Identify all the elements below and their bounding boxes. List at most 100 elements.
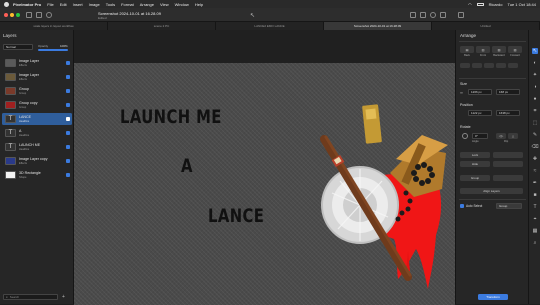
retouch-tool-icon[interactable]: ✚ [532,156,538,162]
type-tool-icon[interactable]: T [532,204,538,210]
position-y-field[interactable]: 1638 px [496,110,520,116]
tab-untitled[interactable]: Untitled [432,22,540,30]
hide-button[interactable]: Hide [460,161,490,167]
tab-scene2[interactable]: scene 2 PC [108,22,216,30]
layer-row[interactable]: 3D Rectangle Shape [2,169,72,181]
layer-visibility-checkbox[interactable] [66,61,70,65]
lock-all-button[interactable] [493,152,523,158]
menu-help[interactable]: Help [195,2,203,7]
opacity-value[interactable]: 100% [60,44,68,48]
wifi-icon[interactable]: ◠ [468,2,472,7]
arrange-tool-icon[interactable]: ↖ [532,48,538,54]
zoom-icon[interactable] [46,12,52,18]
layer-visibility-checkbox[interactable] [66,75,70,79]
align-top-button[interactable] [496,63,506,68]
distort-tool-icon[interactable]: ≈ [532,168,538,174]
image-canvas[interactable]: LAUNCH ME A LANCE [74,63,455,305]
rotation-dial[interactable] [462,133,468,139]
adjust-color-icon[interactable] [430,12,436,18]
menu-format[interactable]: Format [121,2,134,7]
auto-select-checkbox[interactable] [460,204,464,208]
minimize-window-button[interactable] [10,13,14,17]
tab-screenshot[interactable]: Screenshot 2024-10-01 at 16.28.09 [324,22,432,30]
align-bottom-button[interactable] [508,63,518,68]
hide-others-button[interactable] [493,161,523,167]
shape-tool-icon[interactable]: ■ [532,192,538,198]
select-tool-icon[interactable]: ⬚ [532,120,538,126]
layer-visibility-checkbox[interactable] [66,145,70,149]
layer-row[interactable]: Group copy Group [2,99,72,111]
layer-visibility-checkbox[interactable] [66,131,70,135]
layer-row[interactable]: Image Layer copy Effects [2,155,72,167]
layer-visibility-checkbox[interactable] [66,159,70,163]
crop-tool-icon[interactable]: ⌗ [532,108,538,114]
color-tool-icon[interactable]: ● [532,96,538,102]
group-button[interactable]: Group [460,175,490,181]
bring-to-front-button[interactable]: ▥ [476,46,490,53]
paint-tool-icon[interactable]: ✎ [532,132,538,138]
width-field[interactable]: 1266 px [468,89,492,95]
eyedropper-tool-icon[interactable]: ⌖ [532,216,538,222]
auto-select-dropdown[interactable]: Group [496,203,522,209]
menu-window[interactable]: Window [175,2,189,7]
align-right-button[interactable] [484,63,494,68]
close-window-button[interactable] [4,13,8,17]
add-layer-button[interactable]: + [62,294,65,300]
adjust-tool-icon[interactable]: ◑ [532,84,538,90]
layer-visibility-checkbox[interactable] [66,103,70,107]
position-x-field[interactable]: 1122 px [468,110,492,116]
tab-lance2[interactable]: LANCE2 EMO LANCE [216,22,324,30]
tools-toggle-icon[interactable] [458,12,464,18]
flip-horizontal-button[interactable]: ◁▷ [496,133,506,139]
layer-row[interactable]: Image Layer Effects [2,71,72,83]
menu-insert[interactable]: Insert [73,2,83,7]
menu-file[interactable]: File [47,2,53,7]
layers-search-input[interactable]: ⌕ Search [3,294,58,300]
align-left-button[interactable] [460,63,470,68]
align-center-button[interactable] [472,63,482,68]
layer-row[interactable]: Image Layer Effects [2,57,72,69]
blend-mode-select[interactable]: Normal [3,44,33,50]
share-icon[interactable] [410,12,416,18]
layer-visibility-checkbox[interactable] [66,117,70,121]
bring-forward-button[interactable]: ▨ [508,46,522,53]
zoom-tool-icon[interactable]: ⌕ [532,240,538,246]
flip-vertical-button[interactable]: △ [508,133,518,139]
menu-arrange[interactable]: Arrange [140,2,154,7]
erase-tool-icon[interactable]: ⌫ [531,144,538,150]
layer-row[interactable]: T LAUNCH ME Headline [2,141,72,153]
add-layer-icon[interactable] [36,12,42,18]
send-to-back-button[interactable]: ▤ [460,46,474,53]
opacity-slider[interactable] [38,49,68,51]
menu-app[interactable]: Pixelmator Pro [13,2,41,7]
canvas-text-launch-me[interactable]: LAUNCH ME [120,106,222,128]
layer-visibility-checkbox[interactable] [66,89,70,93]
menu-image[interactable]: Image [89,2,100,7]
zoom-window-button[interactable] [16,13,20,17]
apple-icon[interactable] [4,1,9,7]
ungroup-button[interactable] [493,175,523,181]
layer-row[interactable]: Group Group [2,85,72,97]
collage-image[interactable] [310,63,455,305]
menu-view[interactable]: View [160,2,169,7]
pen-tool-icon[interactable]: ✒ [532,180,538,186]
menu-edit[interactable]: Edit [60,2,67,7]
sidebar-toggle-icon[interactable] [26,12,32,18]
align-layers-button[interactable]: Align Layers [460,188,523,194]
crop-icon[interactable] [420,12,426,18]
gradient-tool-icon[interactable]: ▦ [532,228,538,234]
effects-tool-icon[interactable]: ✦ [532,72,538,78]
layer-visibility-checkbox[interactable] [66,173,70,177]
link-icon[interactable]: ∞ [460,90,463,95]
layer-row[interactable]: T LANCE Headline [2,113,72,125]
tab-scale-layers[interactable]: scale layers in layout workflow [0,22,108,30]
style-tool-icon[interactable]: ◐ [532,60,538,66]
send-backward-button[interactable]: ▧ [492,46,506,53]
menubar-user[interactable]: Ricardo [489,2,503,7]
effects-icon[interactable] [440,12,446,18]
layer-row[interactable]: T A Headline [2,127,72,139]
menu-tools[interactable]: Tools [106,2,115,7]
rotate-field[interactable]: 0° [472,133,488,139]
transform-button[interactable]: Transform [478,294,508,300]
battery-icon[interactable] [476,2,484,6]
